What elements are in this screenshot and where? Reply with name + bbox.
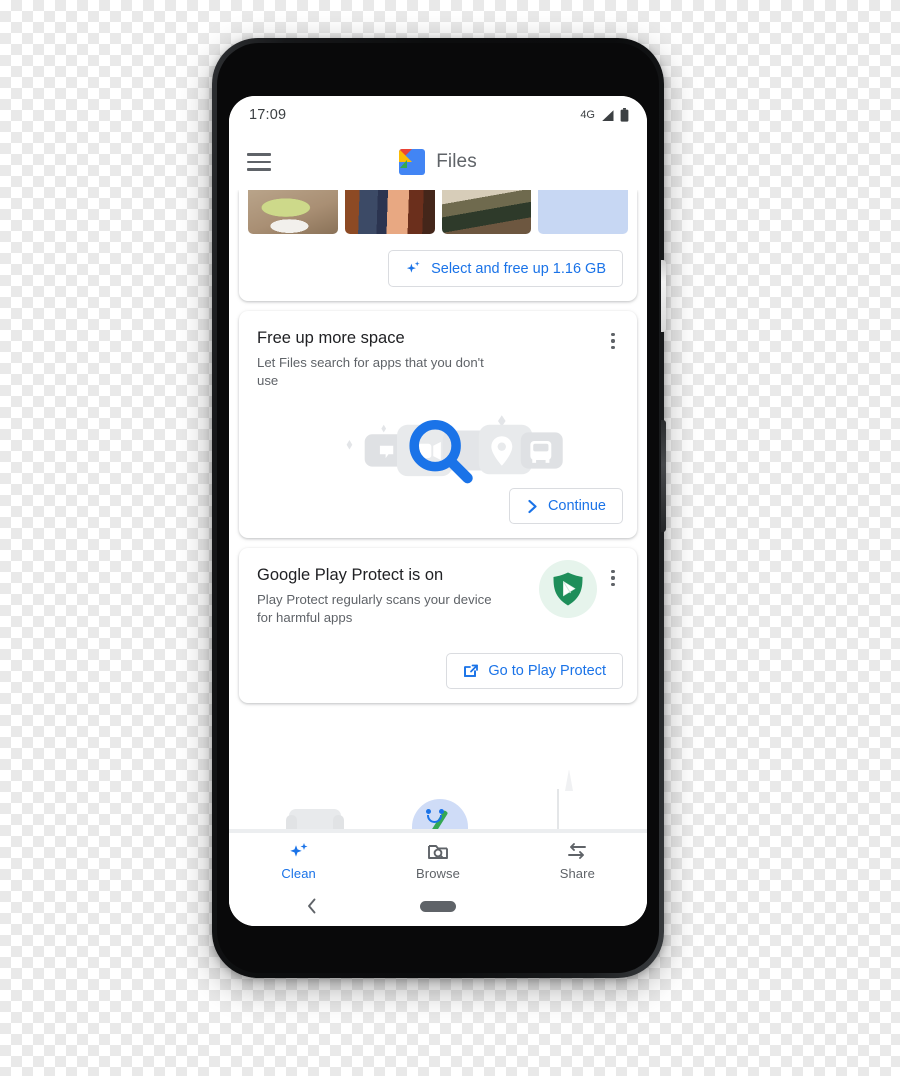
volume-rocker-button[interactable]	[661, 420, 666, 532]
sofa-illustration	[286, 809, 344, 829]
mascot-left-eye	[426, 809, 431, 814]
files-app-logo	[399, 149, 426, 175]
status-bar: 17:09 4G	[229, 96, 647, 134]
bottom-scene-illustration	[229, 770, 647, 832]
continue-button-label: Continue	[547, 498, 606, 515]
play-protect-shield-icon	[539, 560, 597, 619]
thumbnail-placeholder-tile[interactable]	[538, 190, 628, 234]
battery-icon	[620, 108, 629, 122]
magnifying-glass-illustration	[239, 396, 637, 484]
nav-item-clean-label: Clean	[281, 865, 316, 881]
nav-item-share[interactable]: Share	[508, 841, 646, 881]
folder-search-icon	[428, 844, 448, 859]
android-navigation-bar	[229, 886, 647, 926]
free-up-space-text-block: Free up more space Let Files search for …	[257, 328, 507, 390]
external-link-icon	[464, 664, 479, 678]
play-protect-more-vert-icon[interactable]	[603, 567, 623, 589]
content-scroll-area[interactable]: Select and free up 1.16 GB Free up more …	[229, 190, 647, 926]
play-protect-title: Google Play Protect is on	[257, 566, 444, 585]
free-up-space-subtitle: Let Files search for apps that you don't…	[257, 354, 484, 388]
free-up-space-card-head: Free up more space Let Files search for …	[239, 311, 637, 390]
thumbnail-strip	[239, 190, 637, 234]
chevron-right-icon	[528, 499, 537, 513]
back-chevron-glyph	[308, 898, 316, 914]
thumbnail-people-photo[interactable]	[344, 190, 435, 234]
go-to-play-protect-button[interactable]: Go to Play Protect	[446, 653, 623, 690]
play-protect-subtitle: Play Protect regularly scans your device…	[257, 591, 492, 625]
free-up-button-row: Select and free up 1.16 GB	[239, 234, 637, 287]
select-and-free-up-button-label: Select and free up 1.16 GB	[431, 260, 606, 277]
free-up-space-more-vert-icon[interactable]	[603, 330, 623, 352]
nav-item-browse[interactable]: Browse	[369, 841, 507, 881]
sparkle-icon	[406, 261, 420, 273]
play-protect-text-block: Google Play Protect is on Play Protect r…	[257, 565, 507, 627]
phone-screen: 17:09 4G Files Select and free up 1.16 G…	[229, 96, 647, 926]
mascot-right-eye	[439, 809, 444, 814]
signal-bars-icon	[602, 109, 614, 121]
nav-item-browse-label: Browse	[416, 865, 460, 881]
thumbnail-room-photo[interactable]	[441, 190, 532, 234]
continue-button[interactable]: Continue	[508, 488, 623, 525]
go-to-play-protect-button-label: Go to Play Protect	[488, 663, 606, 680]
photo-cleanup-card: Select and free up 1.16 GB	[239, 190, 637, 301]
bottom-navigation-bar: Clean Browse Share	[229, 832, 647, 886]
nav-item-clean[interactable]: Clean	[230, 841, 368, 881]
status-bar-clock: 17:09	[249, 107, 287, 123]
sparkles-icon	[289, 842, 308, 857]
free-up-more-space-card: Free up more space Let Files search for …	[239, 311, 637, 539]
network-type-label: 4G	[580, 109, 595, 121]
free-up-space-title: Free up more space	[257, 329, 405, 347]
share-arrows-icon	[568, 842, 587, 859]
nav-item-share-label: Share	[559, 865, 595, 881]
status-bar-icons: 4G	[580, 108, 629, 122]
play-protect-button-row: Go to Play Protect	[239, 627, 637, 690]
app-title: Files	[436, 151, 477, 172]
hamburger-menu-icon[interactable]	[247, 153, 271, 171]
phone-device-frame: 17:09 4G Files Select and free up 1.16 G…	[212, 38, 666, 978]
continue-button-row: Continue	[239, 484, 637, 525]
lamp-shade-illustration	[565, 770, 573, 791]
thumbnail-salad-photo[interactable]	[248, 190, 338, 234]
chevron-left-icon[interactable]	[305, 897, 319, 915]
search-illustration-svg	[346, 415, 563, 484]
lamp-pole-illustration	[557, 789, 559, 829]
app-bar: Files	[229, 134, 647, 190]
app-bar-title-group: Files	[229, 149, 647, 175]
home-pill-icon[interactable]	[420, 900, 456, 912]
select-and-free-up-button[interactable]: Select and free up 1.16 GB	[388, 250, 623, 287]
shield-glyph	[553, 572, 583, 606]
play-protect-card-head: Google Play Protect is on Play Protect r…	[239, 548, 637, 627]
cleaning-mascot-illustration	[412, 799, 468, 832]
power-button[interactable]	[661, 260, 666, 332]
play-protect-card: Google Play Protect is on Play Protect r…	[239, 548, 637, 704]
